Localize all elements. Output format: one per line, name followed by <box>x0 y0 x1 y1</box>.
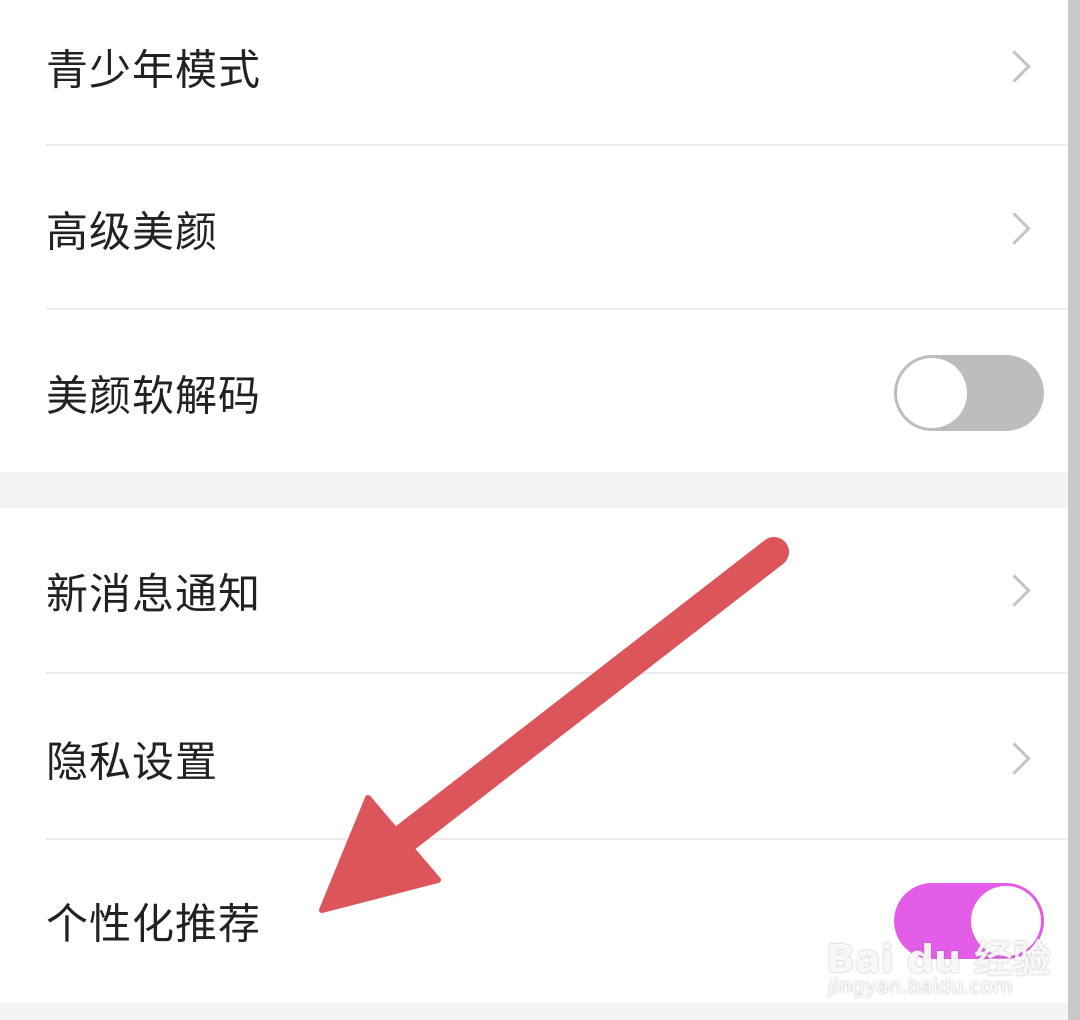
watermark-url: jingyan.baidu.com <box>828 974 1013 998</box>
chevron-right-icon <box>998 50 1031 83</box>
settings-group-1: 青少年模式 高级美颜 美颜软解码 <box>0 0 1068 472</box>
divider <box>46 672 1068 674</box>
row-new-message-notify[interactable]: 新消息通知 <box>0 510 1068 672</box>
toggle-knob <box>897 358 967 428</box>
divider <box>46 308 1068 310</box>
baidu-jingyan-watermark: Bai du 经验 jingyan.baidu.com <box>826 928 1050 1002</box>
row-label-new-message-notify: 新消息通知 <box>46 569 262 619</box>
row-beauty-soft-decode: 美颜软解码 <box>0 312 1068 474</box>
beauty-soft-decode-toggle[interactable] <box>894 355 1044 431</box>
row-privacy-settings[interactable]: 隐私设置 <box>0 678 1068 840</box>
divider <box>46 144 1068 146</box>
scrollbar-edge <box>1068 0 1080 1020</box>
row-label-youth-mode: 青少年模式 <box>46 45 262 95</box>
settings-page: 青少年模式 高级美颜 美颜软解码 新消息通知 隐私设置 个性化推荐 <box>0 0 1068 1020</box>
row-youth-mode[interactable]: 青少年模式 <box>0 0 1068 148</box>
row-label-beauty-soft-decode: 美颜软解码 <box>46 371 262 421</box>
chevron-right-icon <box>998 574 1031 607</box>
row-label-privacy-settings: 隐私设置 <box>46 737 219 787</box>
row-label-personalized-recommend: 个性化推荐 <box>46 899 262 949</box>
chevron-right-icon <box>998 742 1031 775</box>
row-advanced-beauty[interactable]: 高级美颜 <box>0 148 1068 310</box>
chevron-right-icon <box>998 212 1031 245</box>
row-label-advanced-beauty: 高级美颜 <box>46 207 219 257</box>
